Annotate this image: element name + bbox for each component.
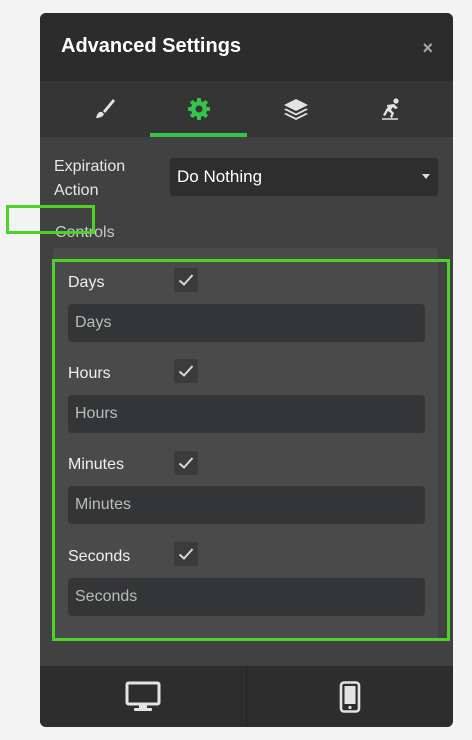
controls-panel-highlight [52, 259, 450, 641]
tab-settings[interactable] [150, 81, 247, 137]
expiration-action-select[interactable]: Do Nothing [170, 158, 438, 196]
skater-icon [381, 98, 399, 120]
tab-motion[interactable] [342, 81, 439, 137]
brush-icon [95, 99, 115, 118]
expiration-action-value: Do Nothing [177, 167, 263, 186]
close-icon[interactable]: × [422, 38, 433, 59]
mobile-icon [339, 680, 361, 713]
tab-style[interactable] [55, 81, 152, 137]
device-footer [40, 666, 453, 727]
tab-bar [40, 81, 453, 137]
gear-icon [187, 98, 210, 120]
mobile-view-button[interactable] [247, 666, 453, 727]
controls-label-highlight [6, 205, 95, 234]
desktop-view-button[interactable] [40, 666, 246, 727]
expiration-action-label: Expiration Action [54, 158, 126, 199]
chevron-down-icon [422, 174, 430, 179]
panel-title: Advanced Settings [61, 35, 242, 57]
layers-icon [283, 99, 308, 120]
desktop-icon [125, 681, 161, 711]
tab-layers[interactable] [247, 81, 344, 137]
panel-header: Advanced Settings × [40, 13, 453, 81]
